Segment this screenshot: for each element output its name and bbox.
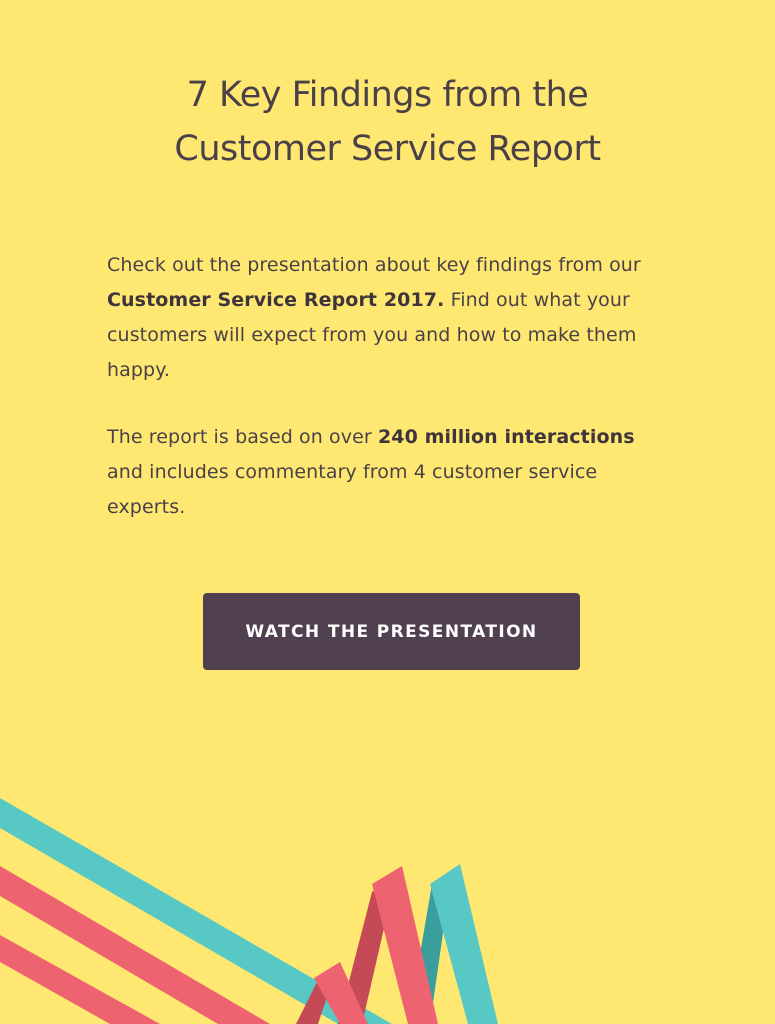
basis-text-1: The report is based on over xyxy=(107,426,378,448)
report-name-highlight: Customer Service Report 2017. xyxy=(107,289,445,311)
teal-zigzag xyxy=(430,864,498,1024)
teal-zigzag-shadow xyxy=(408,870,452,1024)
watch-presentation-button[interactable]: WATCH THE PRESENTATION xyxy=(203,593,580,670)
coral-ribbon-lower xyxy=(0,935,160,1024)
teal-ribbon xyxy=(0,798,392,1024)
coral-small-peak-shadow xyxy=(296,970,336,1024)
page-title: 7 Key Findings from the Customer Service… xyxy=(0,68,775,176)
report-basis-paragraph: The report is based on over 240 million … xyxy=(107,420,652,525)
coral-zigzag xyxy=(372,866,438,1024)
coral-small-peak xyxy=(314,962,368,1024)
title-line-1: 7 Key Findings from the xyxy=(186,75,589,115)
interactions-highlight: 240 million interactions xyxy=(377,426,635,448)
coral-zigzag-shadow xyxy=(338,876,396,1024)
coral-ribbon xyxy=(0,866,270,1024)
intro-paragraph: Check out the presentation about key fin… xyxy=(107,248,652,388)
title-line-2: Customer Service Report xyxy=(174,129,601,169)
intro-text-1: Check out the presentation about key fin… xyxy=(107,254,641,276)
basis-text-2: and includes commentary from 4 customer … xyxy=(107,461,598,518)
